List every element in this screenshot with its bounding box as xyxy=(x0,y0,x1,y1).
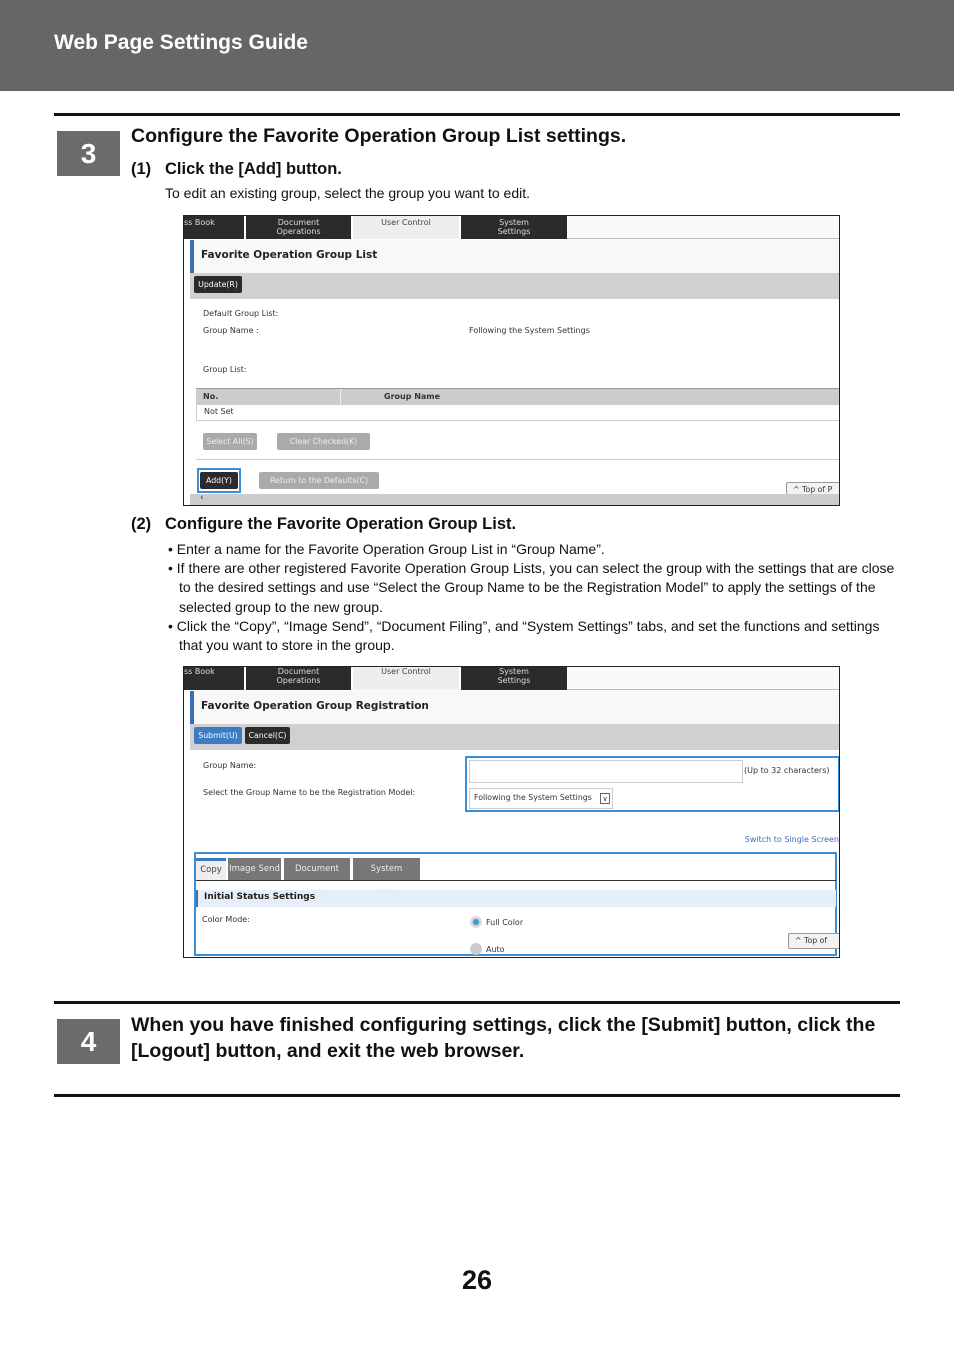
col-no: No. xyxy=(203,392,219,401)
col-group-name: Group Name xyxy=(384,392,441,401)
group-name-value: Following the System Settings xyxy=(469,326,590,335)
top-of-page-button[interactable]: ^ Top of xyxy=(788,933,839,949)
tab-document-filing[interactable]: Document Filing xyxy=(284,858,350,897)
option-auto: Auto xyxy=(486,945,505,954)
bullet: • Enter a name for the Favorite Operatio… xyxy=(168,541,605,557)
clear-checked-button[interactable]: Clear Checked(K) xyxy=(277,433,370,450)
group-name-label: Group Name: xyxy=(203,761,257,770)
tab-document-operations[interactable]: Document Operations xyxy=(246,667,351,690)
guide-title: Web Page Settings Guide xyxy=(54,31,308,54)
tab-user-control[interactable]: User Control xyxy=(353,667,459,690)
tab-copy[interactable]: Copy xyxy=(196,858,226,881)
step-number: 3 xyxy=(57,131,120,176)
step-number: 4 xyxy=(57,1019,120,1064)
chevron-left-icon[interactable]: ‹ xyxy=(200,493,204,503)
radio-auto[interactable] xyxy=(470,943,482,955)
tab-user-control[interactable]: User Control xyxy=(353,216,459,239)
group-list-label: Group List: xyxy=(203,365,247,374)
substep-title: Configure the Favorite Operation Group L… xyxy=(165,515,517,533)
select-all-button[interactable]: Select All(S) xyxy=(203,433,257,450)
initial-status-header: Initial Status Settings xyxy=(196,890,836,907)
step-title: When you have finished configuring setti… xyxy=(131,1014,876,1062)
substep-title: Click the [Add] button. xyxy=(165,160,342,178)
bullet: • Click the “Copy”, “Image Send”, “Docum… xyxy=(168,618,880,654)
default-group-list-label: Default Group List: xyxy=(203,309,279,318)
chevron-down-icon[interactable]: ∨ xyxy=(600,793,610,804)
tab-image-send[interactable]: Image Send xyxy=(228,858,281,881)
table-row: Not Set xyxy=(196,405,839,421)
cancel-button[interactable]: Cancel(C) xyxy=(245,727,290,744)
submit-button[interactable]: Submit(U) xyxy=(194,727,242,744)
group-name-hint: (Up to 32 characters) xyxy=(744,766,830,775)
tab-system-settings[interactable]: System Settings xyxy=(461,216,567,239)
tab-system-settings[interactable]: System Settings xyxy=(461,667,567,690)
group-name-label: Group Name : xyxy=(203,326,259,335)
model-label: Select the Group Name to be the Registra… xyxy=(203,788,416,797)
update-button[interactable]: Update(R) xyxy=(194,276,242,293)
table-header: No. Group Name xyxy=(196,388,839,405)
section-title: Favorite Operation Group List xyxy=(190,240,839,273)
section-title: Favorite Operation Group Registration xyxy=(190,691,839,724)
color-mode-label: Color Mode: xyxy=(202,915,250,924)
tab-address-book[interactable]: ss Book xyxy=(184,667,244,690)
option-full-color: Full Color xyxy=(486,918,524,927)
model-select[interactable]: Following the System Settings ∨ xyxy=(469,788,613,809)
tab-system-settings-func[interactable]: System Settings xyxy=(353,858,420,897)
tab-document-operations[interactable]: Document Operations xyxy=(246,216,351,239)
tab-address-book[interactable]: ss Book xyxy=(184,216,244,239)
substep-text: To edit an existing group, select the gr… xyxy=(165,185,531,201)
divider xyxy=(54,113,900,116)
model-select-value: Following the System Settings xyxy=(474,793,592,802)
horizontal-scrollbar[interactable]: ‹ xyxy=(190,493,839,505)
bullet: • If there are other registered Favorite… xyxy=(168,560,895,615)
return-defaults-button[interactable]: Return to the Defaults(C) xyxy=(259,472,379,489)
substep-number: (2) xyxy=(131,515,152,533)
radio-full-color[interactable] xyxy=(470,916,482,928)
switch-single-screen-link[interactable]: Switch to Single Screen xyxy=(745,835,839,844)
screenshot-group-registration: ss Book Document Operations User Control… xyxy=(183,666,840,958)
divider xyxy=(54,1094,900,1097)
page-number: 26 xyxy=(461,1265,493,1295)
step-title: Configure the Favorite Operation Group L… xyxy=(131,125,627,147)
group-name-input[interactable] xyxy=(469,760,743,783)
divider xyxy=(54,1001,900,1004)
add-button[interactable]: Add(Y) xyxy=(200,472,238,489)
substep-number: (1) xyxy=(131,160,152,178)
screenshot-group-list: ss Book Document Operations User Control… xyxy=(183,215,840,506)
